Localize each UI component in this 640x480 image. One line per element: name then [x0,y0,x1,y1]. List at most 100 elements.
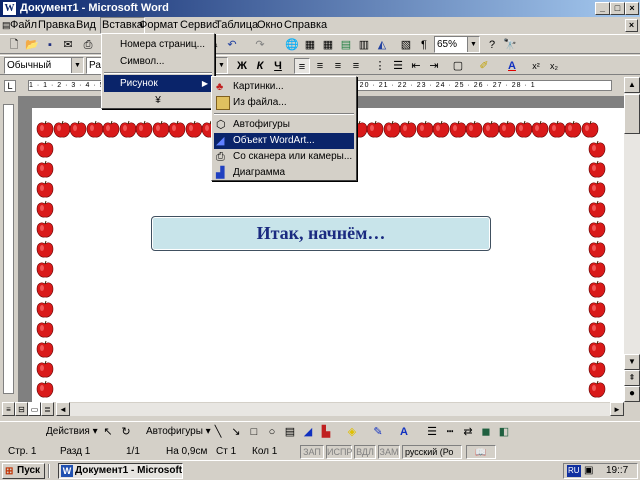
tab-selector[interactable]: L [4,80,16,92]
word-app-icon[interactable]: W [2,1,17,16]
menu-item-picture[interactable]: Рисунок ▶ [104,75,212,92]
underline-button[interactable]: Ч [270,58,286,74]
font-combo[interactable]: Ра [86,57,102,74]
menu-item-autoshapes[interactable]: ⬡ Автофигуры [214,117,354,133]
menu-help[interactable]: Справка [284,17,327,34]
outline-view-icon[interactable]: ≣ [41,402,54,416]
save-icon[interactable]: ▪ [42,37,58,53]
oval-icon[interactable]: ○ [264,424,280,440]
select-objects-icon[interactable]: ↖ [100,424,116,440]
help-icon[interactable]: ? [484,37,500,53]
align-center-icon[interactable]: ≡ [312,58,328,74]
print-icon[interactable]: ⎙ [80,37,96,53]
rectangle-icon[interactable]: □ [246,424,262,440]
3d-icon[interactable]: ◧ [496,424,512,440]
bullets-icon[interactable]: ☰ [390,58,406,74]
show-hide-icon[interactable]: ¶ [416,37,432,53]
menu-file[interactable]: Файл [10,17,37,34]
menu-format[interactable]: Формат [139,17,178,34]
menu-table[interactable]: Таблица [215,17,258,34]
decrease-indent-icon[interactable]: ⇤ [408,58,424,74]
menu-item-chart[interactable]: ▟ Диаграмма [214,165,354,181]
vertical-scrollbar[interactable]: ▲ ▼ ⇞ ● [624,77,640,402]
free-rotate-icon[interactable]: ↻ [118,424,134,440]
highlight-icon[interactable]: ✐ [476,58,492,74]
shadow-icon[interactable]: ◼ [478,424,494,440]
tray-app-icon[interactable]: ▣ [584,464,593,478]
scroll-right-icon[interactable]: ► [610,402,624,416]
style-combo[interactable]: Обычный ▼ [4,57,84,74]
menu-item-page-numbers[interactable]: Номера страниц... [104,36,212,53]
numbering-icon[interactable]: ⋮ [372,58,388,74]
chevron-down-icon[interactable]: ▼ [215,58,227,73]
print-layout-icon[interactable]: ▭ [28,402,41,416]
browse-object-icon[interactable]: ● [624,386,640,402]
font-color-icon[interactable]: A [504,58,520,74]
font-size-combo[interactable]: ▼ [214,57,228,74]
actions-menu[interactable]: Действия ▾ [46,426,98,437]
menu-edit[interactable]: Правка [38,17,75,34]
clock[interactable]: 19::7 [606,464,628,478]
scroll-down-icon[interactable]: ▼ [624,354,640,370]
menu-item-from-file[interactable]: Из файла... [214,95,354,111]
scroll-thumb[interactable] [624,94,640,134]
borders-icon[interactable]: ▢ [450,58,466,74]
menu-item-clipart[interactable]: ♣ Картинки... [214,79,354,95]
find-icon[interactable]: 🔭 [502,37,518,53]
normal-view-icon[interactable]: ≡ [2,402,15,416]
fill-color-icon[interactable]: ◈ [344,424,360,440]
bold-button[interactable]: Ж [234,58,250,74]
open-icon[interactable]: 📂 [24,37,40,53]
clipart-icon[interactable]: ▙ [318,424,334,440]
arrow-icon[interactable]: ↘ [228,424,244,440]
menu-view[interactable]: Вид [76,17,96,34]
align-right-icon[interactable]: ≡ [330,58,346,74]
tables-borders-icon[interactable]: ▦ [302,37,318,53]
new-doc-icon[interactable]: 🗋 [6,37,22,53]
web-view-icon[interactable]: ⊟ [15,402,28,416]
hscroll-track[interactable] [70,403,610,416]
redo-icon[interactable]: ↷ [252,37,268,53]
menu-item-scanner[interactable]: ⎙ Со сканера или камеры... [214,149,354,165]
align-left-icon[interactable]: ≡ [294,58,310,74]
scroll-up-icon[interactable]: ▲ [624,77,640,93]
menu-item-wordart[interactable]: ◢ Объект WordArt... [214,133,354,149]
dash-style-icon[interactable]: ┅ [442,424,458,440]
doc-close-button[interactable]: × [625,19,638,32]
horizontal-scrollbar[interactable]: ≡ ⊟ ▭ ≣ ◄ ► [0,402,640,418]
text-color-icon[interactable]: A [396,424,412,440]
italic-button[interactable]: К [252,58,268,74]
status-trk[interactable]: ИСПР [326,445,352,459]
status-rec[interactable]: ЗАП [300,445,324,459]
superscript-icon[interactable]: x² [528,58,544,74]
autoshapes-menu[interactable]: Автофигуры ▾ [146,426,211,437]
textbox-icon[interactable]: ▤ [282,424,298,440]
undo-icon[interactable]: ↶ [224,37,240,53]
arrow-style-icon[interactable]: ⇄ [460,424,476,440]
spelling-status-icon[interactable]: 📖 [466,445,496,459]
prev-page-icon[interactable]: ⇞ [624,370,640,386]
line-icon[interactable]: ╲ [210,424,226,440]
menu-item-symbol[interactable]: Символ... [104,53,212,70]
language-indicator[interactable]: RU [567,465,581,477]
status-language[interactable]: русский (Ро [402,445,462,459]
status-ovr[interactable]: ЗАМ [378,445,400,459]
hyperlink-icon[interactable]: 🌐 [284,37,300,53]
drawing-icon[interactable]: ◭ [374,37,390,53]
chevron-down-icon[interactable]: ▼ [71,58,83,73]
subscript-icon[interactable]: x₂ [546,58,562,74]
chevron-down-icon[interactable]: ▼ [467,37,479,52]
columns-icon[interactable]: ▥ [356,37,372,53]
insert-excel-icon[interactable]: ▤ [338,37,354,53]
close-button[interactable]: × [625,2,639,15]
taskbar-word-button[interactable]: W Документ1 - Microsoft... [58,463,183,479]
doc-map-icon[interactable]: ▧ [398,37,414,53]
zoom-combo[interactable]: 65% ▼ [434,36,480,53]
line-style-icon[interactable]: ☰ [424,424,440,440]
menu-tools[interactable]: Сервис [180,17,218,34]
menu-expand-chevron-icon[interactable]: ¥ [104,92,212,109]
insert-table-icon[interactable]: ▦ [320,37,336,53]
maximize-button[interactable]: □ [610,2,625,15]
line-color-icon[interactable]: ✎ [370,424,386,440]
menu-window[interactable]: Окно [257,17,283,34]
